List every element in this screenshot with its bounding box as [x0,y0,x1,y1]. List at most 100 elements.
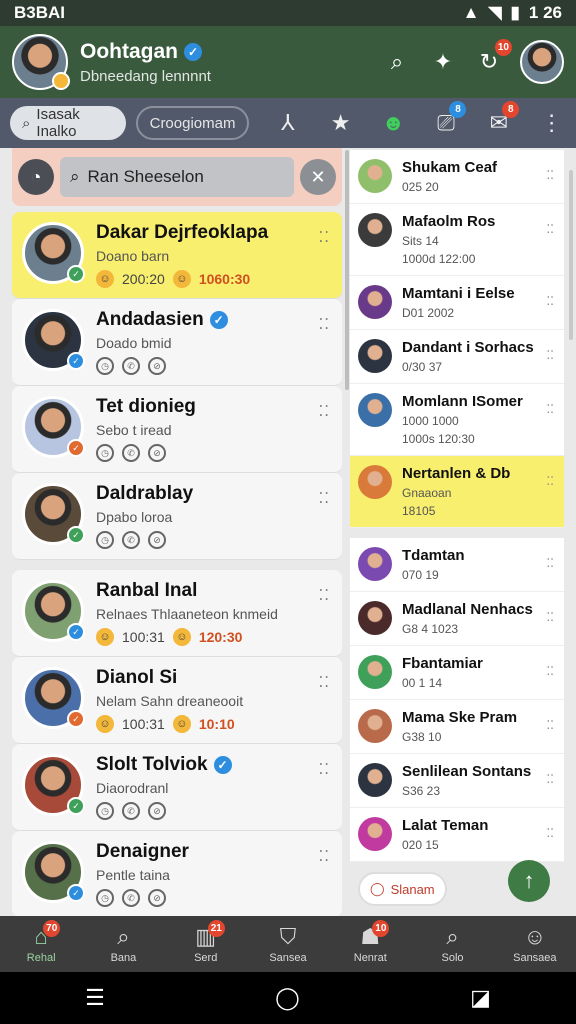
contact-avatar[interactable] [358,393,392,427]
side-chat-row[interactable]: Lalat Teman 020 15 ⁚⁚ [350,808,564,862]
menu-icon[interactable]: ☰ [85,985,105,1011]
back-icon[interactable]: ◪ [470,985,491,1011]
side-chat-row[interactable]: Dandant i Sorhacs 0/30 37 ⁚⁚ [350,330,564,384]
chat-row[interactable]: ✓ Ranbal Inal Relnaes Thlaaneteon knmeid… [12,570,342,657]
tab-filter-2[interactable]: Croogiomam [135,106,250,140]
contact-status: Pentle taina [96,867,170,883]
contact-avatar[interactable] [358,159,392,193]
scrollbar-right[interactable] [569,170,573,340]
refresh-icon[interactable]: ↻ 10 [474,39,512,77]
chat-row[interactable]: ✓ Andadasien ✓ Doado bmid ◷ ✆ ⊘ ⁚⁚ [12,299,342,386]
nav-search[interactable]: ⌕ Bana [82,916,164,972]
contact-avatar[interactable] [358,655,392,689]
contact-name: Mamtani i Eelse [402,285,515,302]
more-icon[interactable]: ⁚⁚ [318,847,330,865]
contact-avatar[interactable] [358,547,392,581]
contact-avatar[interactable] [358,817,392,851]
more-icon[interactable]: ⁚⁚ [318,315,330,333]
chat-row[interactable]: ✓ Daldrablay Dpabo loroa ◷ ✆ ⊘ ⁚⁚ [12,473,342,560]
chat-row[interactable]: ✓ Dianol Si Nelam Sahn dreaneooit ☺ 100:31… [12,657,342,744]
tab-filter-1[interactable]: ⌕ Isasak Inalko [10,106,126,140]
more-icon[interactable]: ⁚⁚ [546,348,554,362]
more-icon[interactable]: ⁚⁚ [318,760,330,778]
side-chat-row[interactable]: Nertanlen & Db Gnaaoan 18105 ⁚⁚ [350,456,564,528]
search-icon[interactable]: ⌕ [382,47,412,77]
side-chat-row[interactable]: Senlilean Sontans S36 23 ⁚⁚ [350,754,564,808]
contact-status: 020 15 [402,838,439,852]
scrollbar[interactable] [345,150,349,390]
search-input[interactable]: ⌕ Ran Sheeselon [60,157,294,197]
contact-avatar[interactable] [358,601,392,635]
nav-explore[interactable]: ⌕ Solo [411,916,493,972]
home-circle-icon[interactable]: ◯ [275,985,300,1011]
status-badge-icon: ✓ [67,710,85,728]
mute-icon: ⊘ [148,802,166,820]
contact-avatar[interactable]: ✓ [22,396,85,458]
side-chat-row[interactable]: Mama Ske Pram G38 10 ⁚⁚ [350,700,564,754]
chat-icon[interactable]: ✉ 8 [484,101,520,139]
more-icon[interactable]: ⁚⁚ [546,222,554,236]
contact-avatar[interactable] [358,339,392,373]
more-icon[interactable]: ⁚⁚ [318,673,330,691]
more-icon[interactable]: ⁚⁚ [546,556,554,570]
more-icon[interactable]: ⁚⁚ [546,718,554,732]
contact-name: Andadasien [96,309,204,330]
more-icon[interactable]: ⁚⁚ [546,610,554,624]
more-icon[interactable]: ⁚⁚ [546,474,554,488]
laptop-icon[interactable]: ⎚ 8 [432,101,467,139]
contact-avatar[interactable]: ✓ [22,222,85,284]
profile-avatar[interactable] [12,34,70,90]
bot-icon[interactable]: ☻ [379,107,408,139]
more-icon[interactable]: ⁚⁚ [546,168,554,182]
add-button[interactable]: ↑ [508,860,550,902]
more-icon[interactable]: ⁚⁚ [546,402,554,416]
contact-avatar[interactable]: ✓ [22,841,85,903]
battery-icon: ▮ [510,3,520,22]
more-icon[interactable]: ⋮ [537,107,566,139]
more-icon[interactable]: ⁚⁚ [318,586,330,604]
contact-avatar[interactable]: ✓ [22,483,85,545]
user-avatar[interactable] [520,40,564,84]
action-pill[interactable]: ◯ Slanam [358,872,447,906]
contact-avatar[interactable] [358,465,392,499]
nav-books[interactable]: ▥ Serd 21 [165,916,247,972]
side-chat-row[interactable]: Tdamtan 070 19 ⁚⁚ [350,538,564,592]
side-chat-row[interactable]: Madlanal Nenhacs G8 4 1023 ⁚⁚ [350,592,564,646]
chat-row[interactable]: ✓ Tet dionieg Sebo t iread ◷ ✆ ⊘ ⁚⁚ [12,386,342,473]
chat-row[interactable]: ✓ Denaigner Pentle taina ◷ ✆ ⊘ ⁚⁚ [12,831,342,916]
side-chat-row[interactable]: Mamtani i Eelse D01 2002 ⁚⁚ [350,276,564,330]
contact-avatar[interactable] [358,213,392,247]
contact-avatar[interactable] [358,285,392,319]
mute-icon: ⊘ [148,357,166,375]
contact-avatar[interactable] [358,763,392,797]
side-chat-row[interactable]: Shukam Ceaf 025 20 ⁚⁚ [350,150,564,204]
nav-profile[interactable]: ☺ Sansaea [494,916,576,972]
chat-row[interactable]: ✓ Dakar Dejrfeoklapa Doano barn ☺ 200:20 ☺ 1… [12,212,342,299]
more-icon[interactable]: ⁚⁚ [318,228,330,246]
chat-row[interactable]: ✓ Slolt Tolviok ✓ Diaorodranl ◷ ✆ ⊘ ⁚⁚ [12,744,342,831]
nav-people[interactable]: ☗ Nenrat 10 [329,916,411,972]
person-icon[interactable]: ⅄ [273,107,302,139]
contact-avatar[interactable]: ✓ [22,667,85,729]
search-icon: ⌕ [117,924,130,949]
phone-icon: ✆ [122,802,140,820]
side-chat-row[interactable]: Momlann ISomer 1000 1000 1000s 120:30 ⁚⁚ [350,384,564,456]
nav-home[interactable]: ⌂ Rehal 70 [0,916,82,972]
contact-avatar[interactable]: ✓ [22,754,85,816]
nav-shield[interactable]: ⛉ Sansea [247,916,329,972]
more-icon[interactable]: ⁚⁚ [546,826,554,840]
more-icon[interactable]: ⁚⁚ [318,489,330,507]
star-icon[interactable]: ★ [326,107,355,139]
more-icon[interactable]: ⁚⁚ [546,664,554,678]
more-icon[interactable]: ⁚⁚ [546,294,554,308]
more-icon[interactable]: ⁚⁚ [318,402,330,420]
contact-avatar[interactable] [358,709,392,743]
close-icon[interactable]: ✕ [300,159,336,195]
bell-icon[interactable]: ◔ [18,159,54,195]
sparkle-icon[interactable]: ✦ [428,47,458,77]
contact-avatar[interactable]: ✓ [22,309,85,371]
side-chat-row[interactable]: Mafaolm Ros Sits 14 1000d 122:00 ⁚⁚ [350,204,564,276]
more-icon[interactable]: ⁚⁚ [546,772,554,786]
contact-avatar[interactable]: ✓ [22,580,85,642]
side-chat-row[interactable]: Fbantamiar 00 1 14 ⁚⁚ [350,646,564,700]
